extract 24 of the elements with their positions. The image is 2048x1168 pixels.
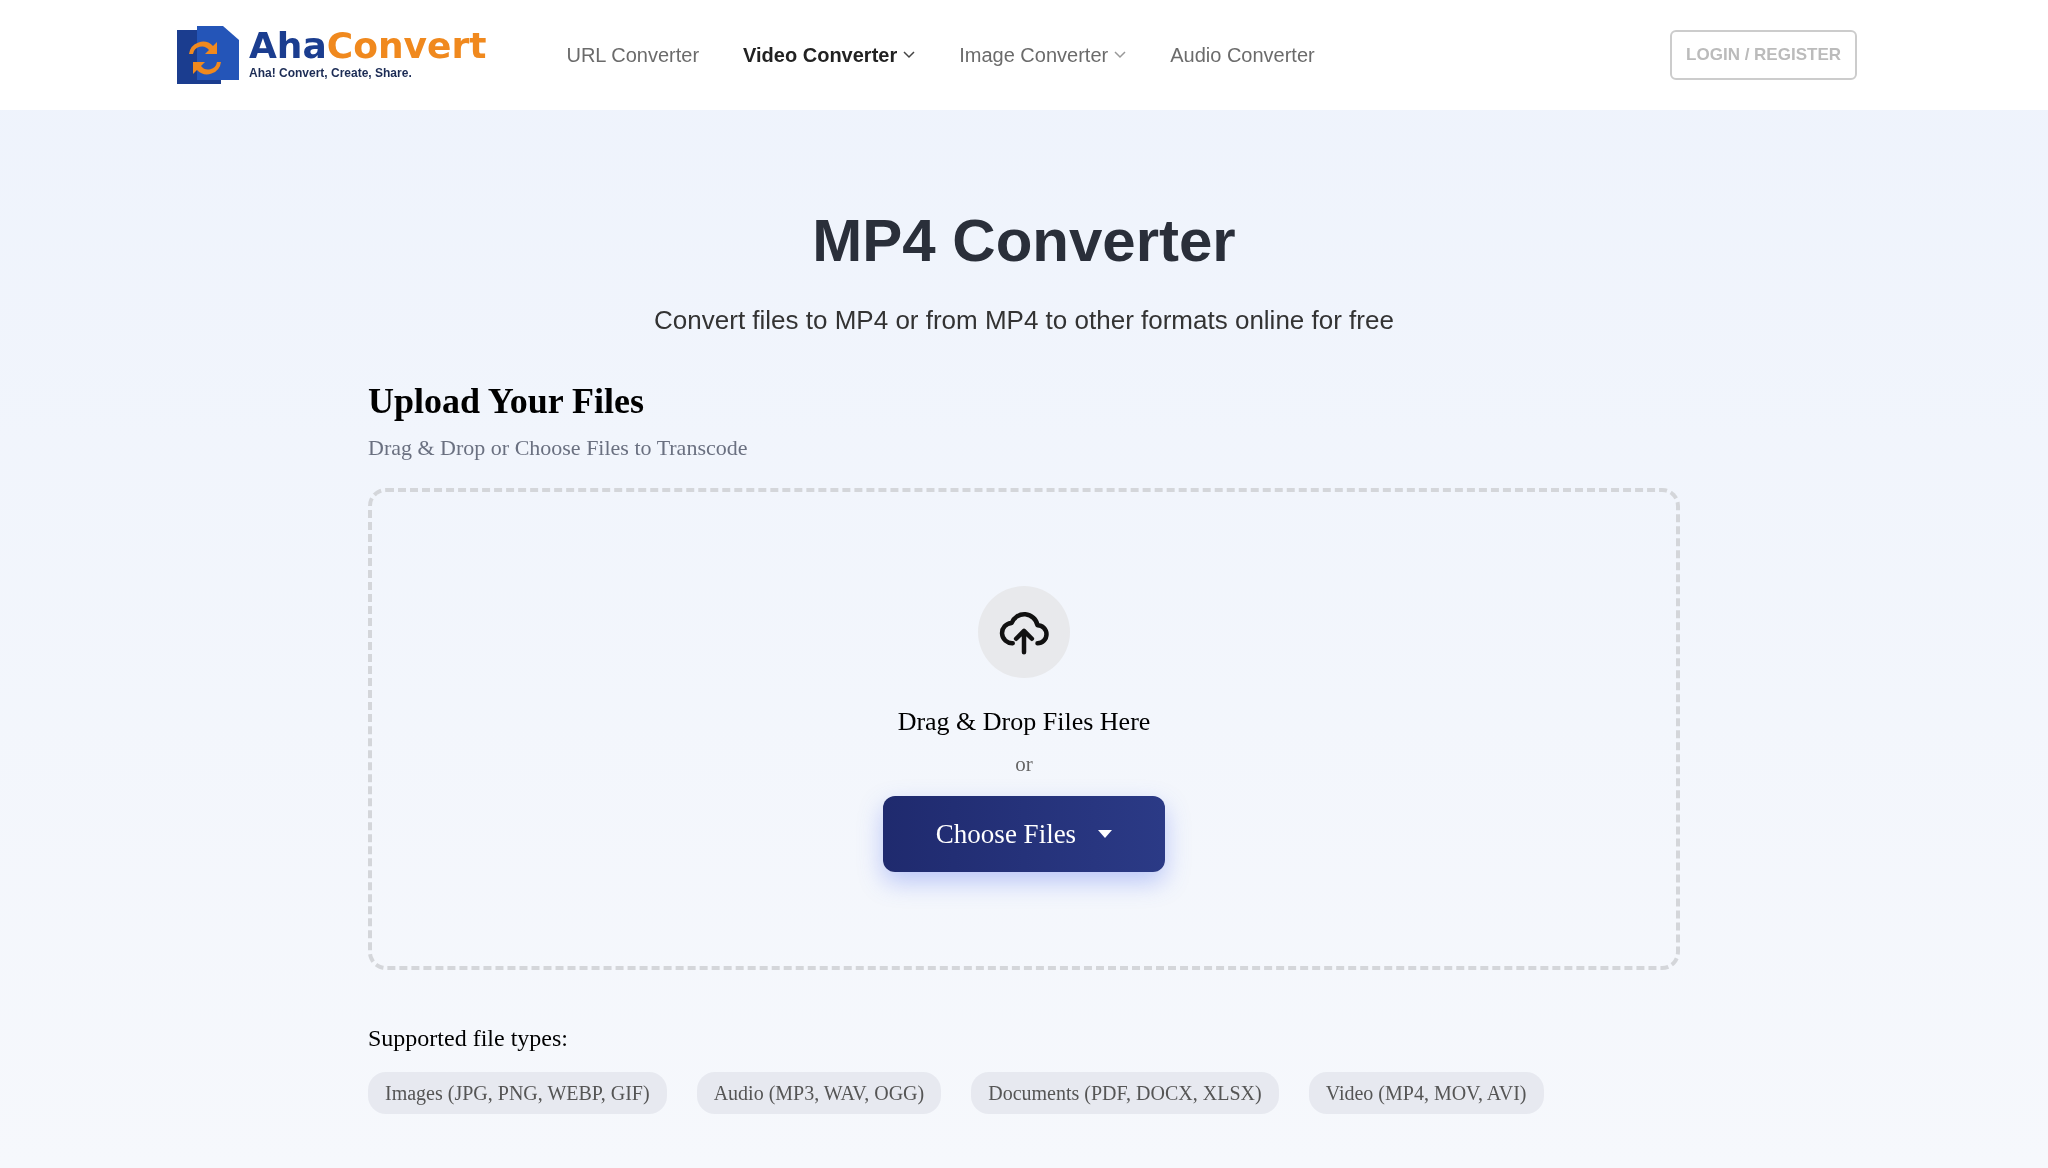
logo-icon bbox=[175, 24, 241, 86]
nav-link[interactable]: Video Converter bbox=[743, 40, 916, 70]
nav-link[interactable]: Audio Converter bbox=[1170, 40, 1315, 70]
supported-label: Supported file types: bbox=[368, 1024, 569, 1054]
section-heading: Upload Your Files bbox=[368, 380, 646, 423]
nav-link[interactable]: URL Converter bbox=[566, 40, 700, 70]
chevron-down-icon bbox=[1114, 51, 1127, 59]
chevron-down-icon bbox=[903, 51, 916, 59]
caret-icon bbox=[1098, 830, 1113, 839]
logo-text: Convert bbox=[326, 28, 487, 64]
dropzone[interactable]: Drag & Drop Files Here or Choose Files bbox=[368, 488, 1680, 971]
or-text: or bbox=[1015, 750, 1033, 778]
page-subtitle: Convert files to MP4 or from MP4 to other formats online for free bbox=[654, 304, 1394, 337]
file-type-tag: Images (JPG, PNG, WEBP, GIF) bbox=[368, 1072, 667, 1115]
file-type-tag: Audio (MP3, WAV, OGG) bbox=[696, 1072, 942, 1115]
section-hint: Drag & Drop or Choose Files to Transcode bbox=[368, 434, 749, 463]
file-type-tag: Video (MP4, MOV, AVI) bbox=[1308, 1072, 1544, 1115]
file-type-tag: Documents (PDF, DOCX, XLSX) bbox=[971, 1072, 1279, 1115]
nav-link[interactable]: Image Converter bbox=[959, 40, 1127, 70]
dropzone-prompt: Drag & Drop Files Here bbox=[897, 705, 1151, 738]
logo-text: Aha bbox=[249, 28, 327, 64]
logo-tagline: Aha! Convert, Create, Share. bbox=[249, 65, 413, 82]
page-title: MP4 Converter bbox=[812, 206, 1236, 276]
choose-files-button[interactable]: Choose Files bbox=[883, 796, 1165, 873]
